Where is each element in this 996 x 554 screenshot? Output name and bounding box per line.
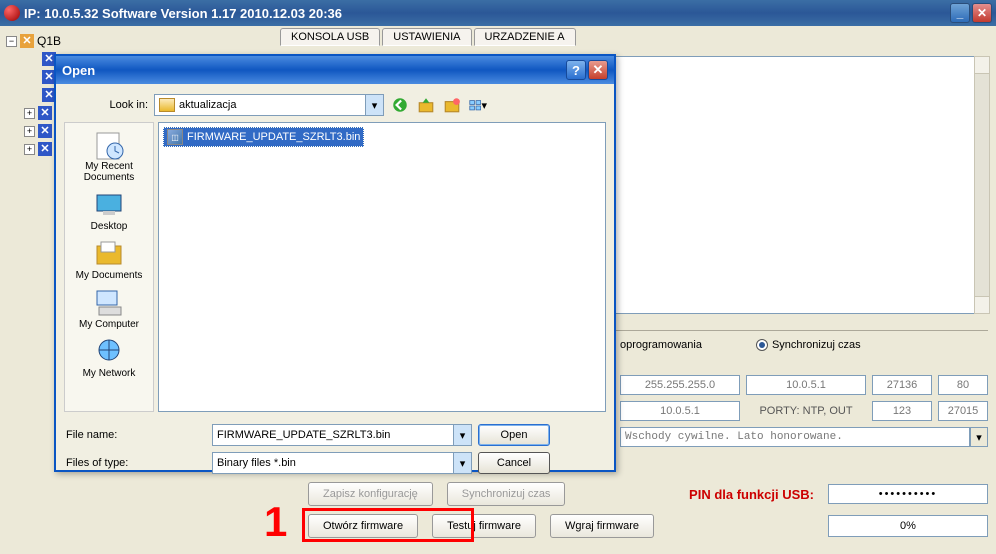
chevron-down-icon[interactable]: ▾ <box>453 453 471 473</box>
tree-collapse-icon[interactable]: − <box>6 36 17 47</box>
bin-file-icon: ◫ <box>167 129 183 145</box>
tree-expand-icon[interactable]: + <box>24 144 35 155</box>
chevron-down-icon[interactable]: ▾ <box>453 425 471 445</box>
file-name-value: FIRMWARE_UPDATE_SZRLT3.bin <box>217 429 390 441</box>
radio-dot-icon <box>756 339 768 351</box>
tree-node-icon: ✕ <box>38 106 52 120</box>
wgraj-firmware-button[interactable]: Wgraj firmware <box>550 514 654 538</box>
pin-label: PIN dla funkcji USB: <box>689 487 814 502</box>
place-mydocs[interactable]: My Documents <box>76 238 143 281</box>
tree-node-icon: ✕ <box>38 124 52 138</box>
chevron-down-icon[interactable]: ▾ <box>970 427 988 447</box>
open-dialog-titlebar: Open ? ✕ <box>56 56 614 84</box>
annotation-1: 1 <box>264 498 287 546</box>
cancel-button[interactable]: Cancel <box>478 452 550 474</box>
title-text: IP: 10.0.5.32 Software Version 1.17 2010… <box>24 6 342 21</box>
file-item-label: FIRMWARE_UPDATE_SZRLT3.bin <box>187 131 360 143</box>
tree-node-icon: ✕ <box>20 34 34 48</box>
file-type-label: Files of type: <box>66 457 206 469</box>
chevron-down-icon[interactable]: ▾ <box>365 95 383 115</box>
minimize-button[interactable]: _ <box>950 3 970 23</box>
new-folder-icon[interactable] <box>442 95 462 115</box>
close-button[interactable]: ✕ <box>972 3 992 23</box>
file-list[interactable]: ◫ FIRMWARE_UPDATE_SZRLT3.bin <box>158 122 606 412</box>
file-type-value: Binary files *.bin <box>217 457 296 469</box>
selected-file-item[interactable]: ◫ FIRMWARE_UPDATE_SZRLT3.bin <box>163 127 364 147</box>
tree-root-label: Q1B <box>37 32 61 50</box>
tree-node-icon: ✕ <box>38 142 52 156</box>
tab-ustawienia[interactable]: USTAWIENIA <box>382 28 471 46</box>
look-in-label: Look in: <box>66 99 148 111</box>
tree-expand-icon[interactable]: + <box>24 108 35 119</box>
recent-docs-icon <box>93 129 125 161</box>
place-mycomputer[interactable]: My Computer <box>79 287 139 330</box>
up-one-level-icon[interactable] <box>416 95 436 115</box>
folder-icon <box>159 98 175 112</box>
field-netmask[interactable]: 255.255.255.0 <box>620 375 740 395</box>
zapisz-button[interactable]: Zapisz konfigurację <box>308 482 433 506</box>
tree-expand-icon[interactable]: + <box>24 126 35 137</box>
field-port2[interactable]: 80 <box>938 375 988 395</box>
field-ntp-port[interactable]: 123 <box>872 401 932 421</box>
place-label: My Computer <box>79 319 139 330</box>
field-out-port[interactable]: 27015 <box>938 401 988 421</box>
mycomputer-icon <box>93 287 125 319</box>
open-dialog-title: Open <box>62 63 95 78</box>
desktop-icon <box>93 189 125 221</box>
main-titlebar: IP: 10.0.5.32 Software Version 1.17 2010… <box>0 0 996 26</box>
file-name-input[interactable]: FIRMWARE_UPDATE_SZRLT3.bin ▾ <box>212 424 472 446</box>
place-recent[interactable]: My Recent Documents <box>65 129 153 183</box>
field-gateway[interactable]: 10.0.5.1 <box>746 375 866 395</box>
mynetwork-icon <box>93 336 125 368</box>
progress-percent: 0% <box>828 515 988 537</box>
places-bar: My Recent Documents Desktop My Documents… <box>64 122 154 412</box>
field-wschody[interactable]: Wschody cywilne. Lato honorowane. <box>620 427 970 447</box>
look-in-dropdown[interactable]: aktualizacja ▾ <box>154 94 384 116</box>
field-port1[interactable]: 27136 <box>872 375 932 395</box>
pin-input[interactable]: •••••••••• <box>828 484 988 504</box>
place-label: My Documents <box>76 270 143 281</box>
open-dialog: Open ? ✕ Look in: aktualizacja ▾ ▾ My Re… <box>54 54 616 472</box>
field-ip[interactable]: 10.0.5.1 <box>620 401 740 421</box>
tab-urzadzenie-a[interactable]: URZADZENIE A <box>474 28 576 46</box>
place-label: Desktop <box>91 221 128 232</box>
radio-sync-czas[interactable]: Synchronizuj czas <box>756 339 861 351</box>
scrollbar[interactable] <box>974 56 990 314</box>
view-menu-icon[interactable]: ▾ <box>468 95 488 115</box>
label-ports: PORTY: NTP, OUT <box>746 401 866 421</box>
file-name-label: File name: <box>66 429 206 441</box>
open-button[interactable]: Open <box>478 424 550 446</box>
radio-sync-label: Synchronizuj czas <box>772 339 861 351</box>
place-label: My Network <box>83 368 136 379</box>
help-button[interactable]: ? <box>566 60 586 80</box>
tab-konsola[interactable]: KONSOLA USB <box>280 28 380 46</box>
otworz-firmware-button[interactable]: Otwórz firmware <box>308 514 418 538</box>
back-icon[interactable] <box>390 95 410 115</box>
dialog-close-button[interactable]: ✕ <box>588 60 608 80</box>
mydocs-icon <box>93 238 125 270</box>
console-textarea[interactable] <box>614 56 982 314</box>
app-icon <box>4 5 20 21</box>
radio-oprogramowania-label: oprogramowania <box>620 339 702 351</box>
sync-czas-button[interactable]: Synchronizuj czas <box>447 482 566 506</box>
file-type-dropdown[interactable]: Binary files *.bin ▾ <box>212 452 472 474</box>
tab-strip: KONSOLA USB USTAWIENIA URZADZENIE A <box>280 28 576 46</box>
place-label: My Recent Documents <box>65 161 153 183</box>
place-desktop[interactable]: Desktop <box>91 189 128 232</box>
look-in-value: aktualizacja <box>179 99 236 111</box>
place-mynetwork[interactable]: My Network <box>83 336 136 379</box>
testuj-firmware-button[interactable]: Testuj firmware <box>432 514 536 538</box>
